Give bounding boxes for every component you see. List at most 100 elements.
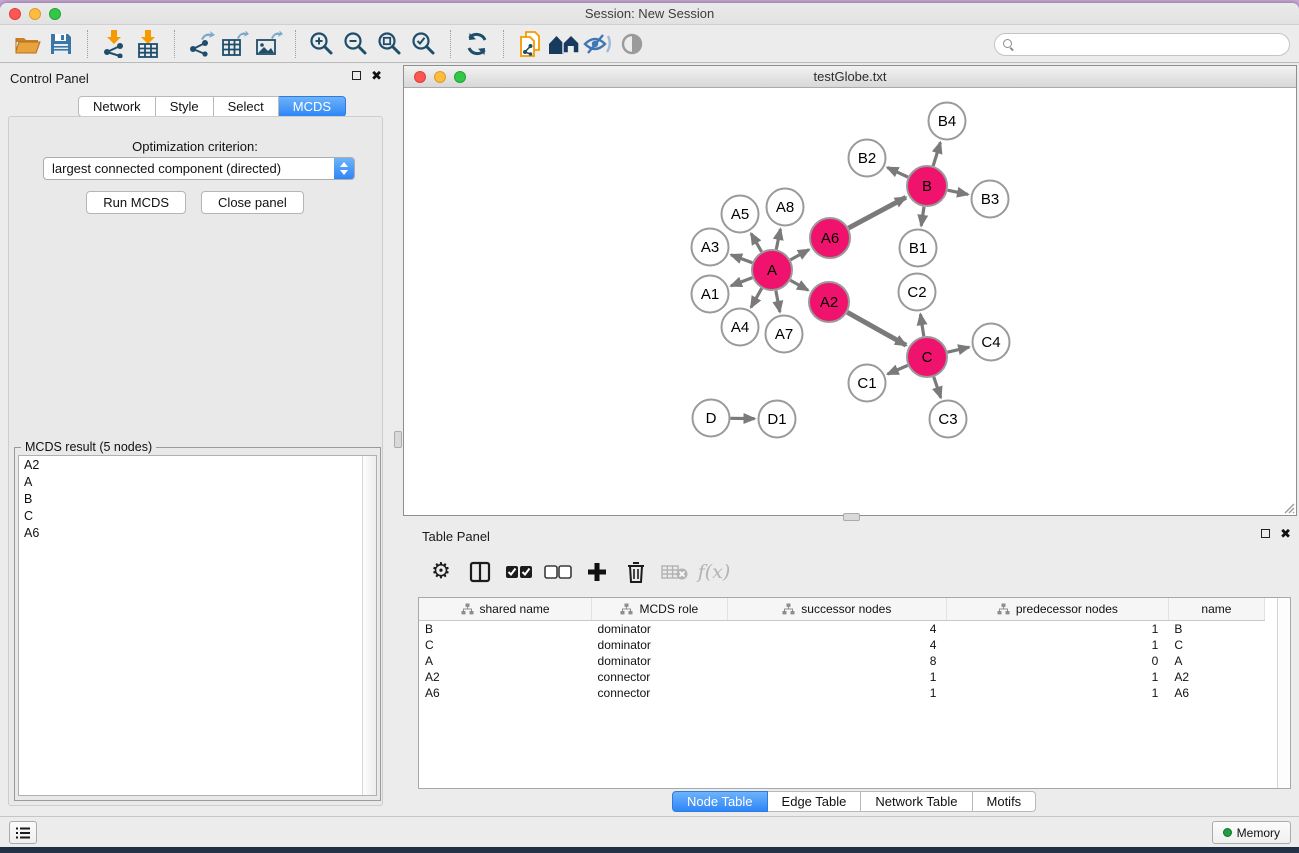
memory-button[interactable]: Memory — [1212, 821, 1291, 844]
table-cell[interactable]: A — [419, 653, 592, 669]
table-cell[interactable]: A2 — [419, 669, 592, 685]
select-all-button[interactable] — [504, 557, 534, 587]
node-B2[interactable]: B2 — [849, 140, 886, 177]
window-resize-grip[interactable] — [1281, 500, 1295, 514]
table-cell[interactable]: dominator — [592, 620, 728, 637]
open-session-button[interactable] — [10, 29, 44, 59]
table-cell[interactable]: B — [1168, 620, 1264, 637]
tab-edge-table[interactable]: Edge Table — [768, 791, 862, 812]
node-D[interactable]: D — [693, 400, 730, 437]
table-cell[interactable]: 4 — [727, 637, 946, 653]
edge-A-A3[interactable] — [731, 255, 752, 263]
table-cell[interactable]: 0 — [946, 653, 1168, 669]
node-C4[interactable]: C4 — [973, 324, 1010, 361]
search-field[interactable] — [994, 33, 1290, 56]
node-A2[interactable]: A2 — [809, 282, 849, 322]
table-cell[interactable]: A6 — [1168, 685, 1264, 701]
export-network-button[interactable] — [184, 29, 218, 59]
mcds-result-item[interactable]: A6 — [19, 524, 376, 541]
zoom-out-button[interactable] — [339, 29, 373, 59]
column-header-name[interactable]: name — [1168, 598, 1264, 620]
hide-details-button[interactable] — [581, 29, 615, 59]
table-row[interactable]: A6connector11A6 — [419, 685, 1265, 701]
column-header-predecessor-nodes[interactable]: predecessor nodes — [946, 598, 1168, 620]
tab-style[interactable]: Style — [156, 96, 214, 117]
column-header-successor-nodes[interactable]: successor nodes — [727, 598, 946, 620]
tab-mcds[interactable]: MCDS — [279, 96, 346, 117]
search-input[interactable] — [1019, 38, 1289, 52]
mcds-result-item[interactable]: A2 — [19, 456, 376, 473]
network-close-button[interactable] — [414, 71, 426, 83]
table-row[interactable]: A2connector11A2 — [419, 669, 1265, 685]
column-header-shared-name[interactable]: shared name — [419, 598, 592, 620]
node-A3[interactable]: A3 — [692, 229, 729, 266]
node-B3[interactable]: B3 — [972, 181, 1009, 218]
table-settings-button[interactable]: ⚙ — [426, 557, 456, 587]
node-A1[interactable]: A1 — [692, 276, 729, 313]
node-B1[interactable]: B1 — [900, 230, 937, 267]
zoom-in-button[interactable] — [305, 29, 339, 59]
node-C[interactable]: C — [907, 337, 947, 377]
node-A5[interactable]: A5 — [722, 196, 759, 233]
float-panel-icon[interactable] — [1261, 529, 1270, 538]
edge-B-B3[interactable] — [948, 190, 968, 194]
table-cell[interactable]: C — [419, 637, 592, 653]
table-cell[interactable]: dominator — [592, 637, 728, 653]
edge-B-B4[interactable] — [933, 143, 940, 166]
table-cell[interactable]: A — [1168, 653, 1264, 669]
column-header-MCDS-role[interactable]: MCDS role — [592, 598, 728, 620]
zoom-fit-button[interactable] — [373, 29, 407, 59]
close-panel-icon[interactable]: ✖ — [1280, 528, 1291, 539]
edge-C-C3[interactable] — [934, 377, 941, 398]
table-cell[interactable]: connector — [592, 685, 728, 701]
edge-C-C1[interactable] — [888, 365, 908, 374]
add-column-button[interactable] — [582, 557, 612, 587]
save-session-button[interactable] — [44, 29, 78, 59]
node-A[interactable]: A — [752, 250, 792, 290]
table-cell[interactable]: A2 — [1168, 669, 1264, 685]
table-cell[interactable]: connector — [592, 669, 728, 685]
node-B4[interactable]: B4 — [929, 103, 966, 140]
table-cell[interactable]: 1 — [727, 669, 946, 685]
tab-motifs[interactable]: Motifs — [973, 791, 1037, 812]
export-image-button[interactable] — [252, 29, 286, 59]
table-row[interactable]: Adominator80A — [419, 653, 1265, 669]
node-A7[interactable]: A7 — [766, 316, 803, 353]
scrollbar-track[interactable] — [362, 456, 376, 795]
criterion-dropdown[interactable]: largest connected component (directed) — [43, 157, 355, 180]
delete-table-button[interactable] — [660, 557, 690, 587]
mcds-result-item[interactable]: A — [19, 473, 376, 490]
edge-A-A4[interactable] — [751, 288, 762, 307]
tab-node-table[interactable]: Node Table — [672, 791, 768, 812]
edge-C-C2[interactable] — [920, 314, 923, 336]
mcds-result-item[interactable]: B — [19, 490, 376, 507]
tab-network[interactable]: Network — [78, 96, 156, 117]
show-graphics-button[interactable] — [615, 29, 649, 59]
home-button[interactable] — [547, 29, 581, 59]
table-cell[interactable]: 1 — [727, 685, 946, 701]
network-canvas[interactable]: B4B2BB3A8A5A6A3B1AC2A1A2A4A7C4CC1C3DD1 — [404, 88, 1296, 515]
node-D1[interactable]: D1 — [759, 401, 796, 438]
import-table-button[interactable] — [131, 29, 165, 59]
edge-A-A6[interactable] — [790, 250, 809, 260]
task-history-button[interactable] — [9, 821, 37, 844]
vertical-splitter-grip[interactable] — [394, 431, 402, 448]
zoom-selected-button[interactable] — [407, 29, 441, 59]
table-cell[interactable]: 8 — [727, 653, 946, 669]
import-network-button[interactable] — [97, 29, 131, 59]
edge-A6-B[interactable] — [849, 197, 906, 228]
column-layout-button[interactable] — [465, 557, 495, 587]
table-cell[interactable]: B — [419, 620, 592, 637]
duplicate-network-button[interactable] — [513, 29, 547, 59]
node-A4[interactable]: A4 — [722, 309, 759, 346]
delete-column-button[interactable] — [621, 557, 651, 587]
table-cell[interactable]: 4 — [727, 620, 946, 637]
edge-A2-C[interactable] — [847, 312, 906, 345]
tab-network-table[interactable]: Network Table — [861, 791, 972, 812]
horizontal-splitter-grip[interactable] — [843, 513, 860, 521]
node-A6[interactable]: A6 — [810, 218, 850, 258]
table-cell[interactable]: C — [1168, 637, 1264, 653]
scrollbar-track[interactable] — [1277, 598, 1290, 788]
edge-B-B1[interactable] — [921, 207, 924, 226]
table-cell[interactable]: 1 — [946, 685, 1168, 701]
